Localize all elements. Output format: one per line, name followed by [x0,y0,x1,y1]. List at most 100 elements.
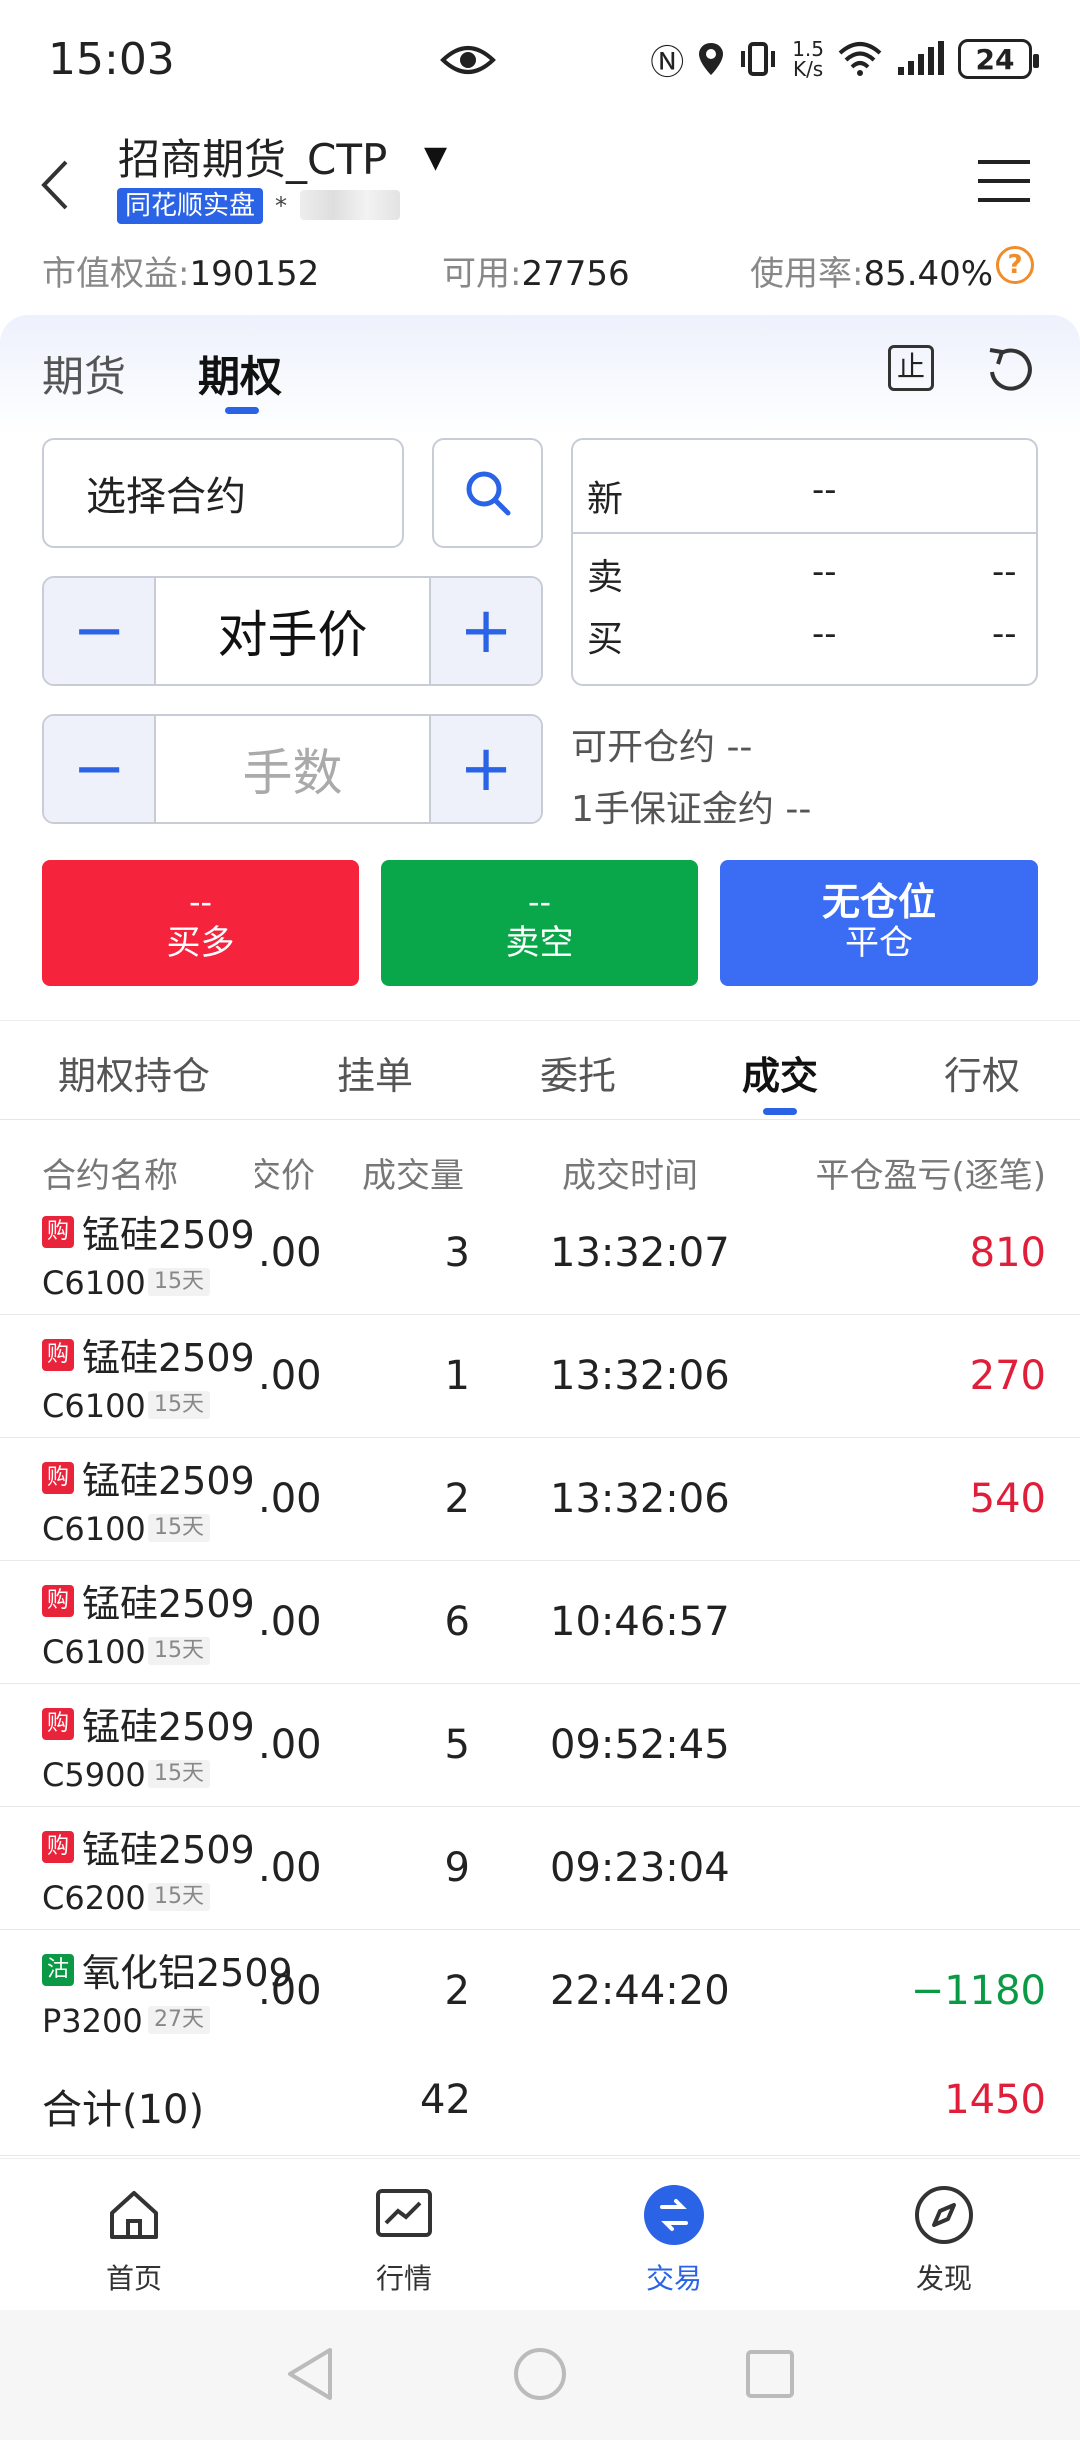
nav-home[interactable]: 首页 [64,2183,204,2297]
trade-qty: 2 [444,1476,470,1522]
quote-ask-price[interactable]: -- [812,552,837,592]
option-type-badge: 购 [42,1585,74,1617]
days-to-expiry-badge: 15天 [148,1391,210,1419]
system-recents-icon[interactable] [744,2348,796,2400]
contract-strike: C5900 [42,1756,146,1794]
quote-divider [573,532,1036,534]
table-row[interactable]: 购锰硅2509 C6100 15天 .00 3 13:32:07 810 [0,1210,1080,1315]
column-header-name[interactable]: 合约名称 [42,1148,178,1197]
total-pnl: 1450 [944,2077,1046,2123]
trade-time: 09:52:45 [550,1722,730,1768]
buy-price: -- [188,883,213,921]
quantity-input[interactable]: 手数 [154,716,431,822]
table-row[interactable]: 购锰硅2509 C6100 15天 .00 1 13:32:06 270 [0,1315,1080,1438]
trade-qty: 5 [444,1722,470,1768]
days-to-expiry-badge: 15天 [148,1760,210,1788]
trade-list[interactable]: 购锰硅2509 C6100 15天 .00 3 13:32:07 810 购锰硅2509 C61… [0,1210,1080,2050]
sell-price: -- [527,883,552,921]
contract-select[interactable]: 选择合约 [42,438,404,548]
wifi-icon [838,42,882,76]
net-speed: 1.5 K/s [792,37,824,81]
option-type-badge: 购 [42,1708,74,1740]
sell-short-button[interactable]: -- 卖空 [381,860,698,986]
system-back-icon[interactable] [284,2346,336,2402]
nav-trade[interactable]: 交易 [604,2183,744,2297]
nav-discover[interactable]: 发现 [874,2183,1014,2297]
tab-pending[interactable]: 挂单 [337,1045,413,1100]
table-row[interactable]: 购锰硅2509 C5900 15天 .00 5 09:52:45 [0,1684,1080,1807]
tab-exercise[interactable]: 行权 [944,1045,1020,1100]
trade-price: .00 [258,1230,322,1276]
qty-minus-button[interactable]: − [44,716,154,822]
account-summary: 市值权益:190152 可用:27756 使用率:85.40% [0,240,1080,300]
quote-bid-volume: -- [992,614,1017,654]
margin-info: 1手保证金约 -- [571,789,812,830]
close-status: 无仓位 [821,880,936,924]
menu-icon[interactable] [978,157,1030,205]
quantity-stepper: − 手数 + [42,714,543,824]
days-to-expiry-badge: 27天 [148,2006,210,2034]
close-pnl: 270 [969,1353,1046,1399]
masked-account-blur [300,190,400,220]
close-pnl: −1180 [910,1968,1046,2014]
trade-time: 09:23:04 [550,1845,730,1891]
status-icons: Ⓝ 1.5 K/s 24 [650,34,1039,84]
openable-info: 可开仓约 -- [571,727,753,768]
buy-label: 买多 [166,923,235,963]
tab-orders[interactable]: 委托 [540,1045,616,1100]
table-row[interactable]: 沽氧化铝2509 P3200 27天 .00 2 22:44:20 −1180 [0,1930,1080,2050]
column-header-time[interactable]: 成交时间 [562,1148,698,1197]
nav-market[interactable]: 行情 [334,2183,474,2297]
sell-label: 卖空 [505,923,574,963]
contract-name: 锰硅2509 [82,1582,255,1626]
close-label: 平仓 [845,923,913,963]
price-minus-button[interactable]: − [44,578,154,684]
trade-qty: 3 [444,1230,470,1276]
price-type[interactable]: 对手价 [154,578,431,684]
buy-long-button[interactable]: -- 买多 [42,860,359,986]
contract-name: 锰硅2509 [82,1705,255,1749]
contract-name: 锰硅2509 [82,1213,255,1257]
qty-plus-button[interactable]: + [431,716,541,822]
search-button[interactable] [432,438,543,548]
help-icon[interactable]: ? [996,246,1034,284]
quote-bid-price[interactable]: -- [812,614,837,654]
contract-name: 锰硅2509 [82,1336,255,1380]
trade-time: 13:32:06 [550,1476,730,1522]
close-position-button[interactable]: 无仓位 平仓 [720,860,1038,986]
column-header-pnl[interactable]: 平仓盈亏(逐笔) [815,1148,1046,1197]
days-to-expiry-badge: 15天 [148,1514,210,1542]
account-dropdown-caret-icon[interactable]: ▼ [424,140,447,175]
table-row[interactable]: 购锰硅2509 C6100 15天 .00 2 13:32:06 540 [0,1438,1080,1561]
system-home-icon[interactable] [512,2346,568,2402]
trade-price: .00 [258,1722,322,1768]
equity-stat: 市值权益:190152 [42,254,320,294]
stop-order-icon[interactable]: 止 [888,345,934,391]
battery-icon: 24 [958,39,1039,79]
tab-options[interactable]: 期权 [198,343,282,404]
system-navigation-bar [0,2310,1080,2440]
quote-panel [571,438,1038,686]
trade-icon [644,2185,704,2245]
table-row[interactable]: 购锰硅2509 C6100 15天 .00 6 10:46:57 [0,1561,1080,1684]
close-pnl: 810 [969,1230,1046,1276]
column-header-price[interactable]: 交价 [255,1148,315,1197]
quote-bid-label: 买 [587,619,624,660]
tab-trades[interactable]: 成交 [742,1045,818,1100]
column-header-qty[interactable]: 成交量 [362,1148,464,1197]
back-arrow-icon[interactable] [30,150,80,220]
price-plus-button[interactable]: + [431,578,541,684]
tab-futures[interactable]: 期货 [42,343,126,404]
status-time: 15:03 [48,34,175,85]
subtab-active-indicator [763,1108,797,1115]
contract-strike: C6100 [42,1387,146,1425]
trade-qty: 2 [444,1968,470,2014]
contract-strike: C6200 [42,1879,146,1917]
table-row[interactable]: 购锰硅2509 C6200 15天 .00 9 09:23:04 [0,1807,1080,1930]
tab-option-positions[interactable]: 期权持仓 [58,1045,210,1100]
contract-name: 锰硅2509 [82,1828,255,1872]
trade-price: .00 [258,1476,322,1522]
account-name[interactable]: 招商期货_CTP [118,126,387,187]
refresh-icon[interactable] [986,344,1036,394]
total-label: 合计(10) [42,2087,205,2133]
